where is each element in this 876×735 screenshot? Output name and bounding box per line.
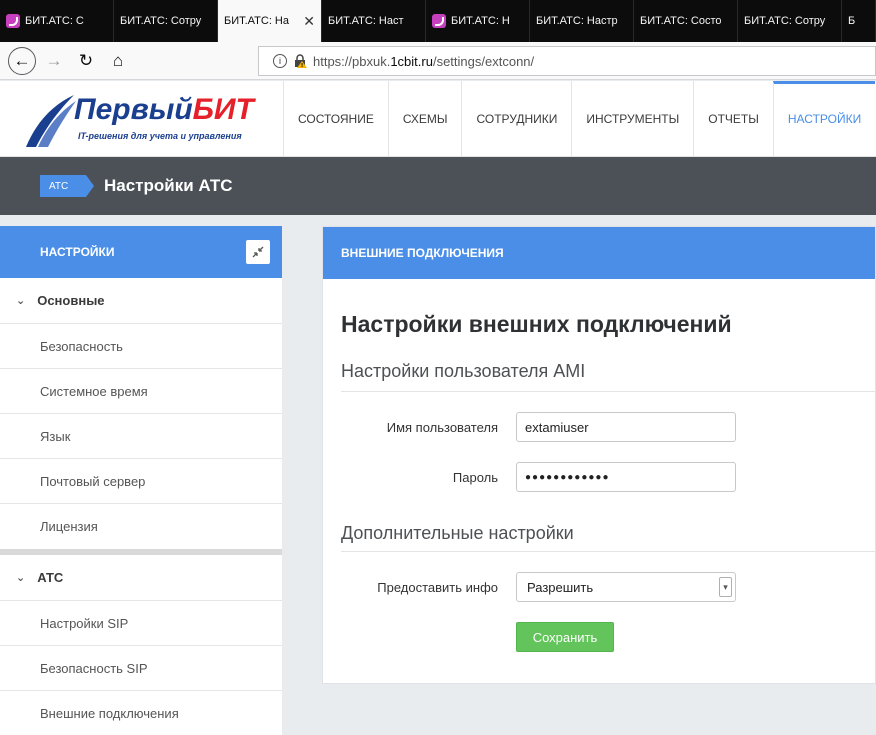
- logo-swoosh-icon: [26, 95, 76, 147]
- username-input[interactable]: [516, 412, 736, 442]
- browser-tab[interactable]: БИТ.АТС: С: [0, 0, 114, 42]
- forward-arrow-icon[interactable]: →: [40, 47, 68, 75]
- sidebar-header: НАСТРОЙКИ: [0, 226, 282, 278]
- sidebar-item-language[interactable]: Язык: [0, 414, 282, 459]
- sidebar-item-security[interactable]: Безопасность: [0, 324, 282, 369]
- url-host: 1cbit.ru: [390, 53, 433, 69]
- sidebar-item-sip-settings[interactable]: Настройки SIP: [0, 601, 282, 646]
- menu-item-tools[interactable]: ИНСТРУМЕНТЫ: [571, 81, 693, 157]
- close-tab-icon[interactable]: ✕: [303, 13, 315, 30]
- page-title-bar: АТС Настройки АТС: [0, 157, 876, 215]
- section-ami-heading: Настройки пользователя AMI: [341, 361, 586, 381]
- section-badge: АТС: [40, 175, 94, 197]
- phone-favicon-icon: [432, 14, 446, 28]
- reload-icon[interactable]: ↻: [72, 47, 100, 75]
- sidebar-item-sip-security[interactable]: Безопасность SIP: [0, 646, 282, 691]
- save-button[interactable]: Сохранить: [516, 622, 614, 652]
- logo-tagline: IT-решения для учета и управления: [78, 131, 242, 141]
- lock-warning-icon[interactable]: [293, 54, 307, 68]
- browser-tab[interactable]: БИТ.АТС: Сотру: [738, 0, 842, 42]
- menu-item-settings[interactable]: НАСТРОЙКИ: [772, 81, 876, 157]
- external-connections-panel: ВНЕШНИЕ ПОДКЛЮЧЕНИЯ Настройки внешних по…: [322, 226, 876, 684]
- menu-item-employees[interactable]: СОТРУДНИКИ: [461, 81, 571, 157]
- browser-tab-active[interactable]: БИТ.АТС: На ✕: [218, 0, 322, 42]
- browser-tab[interactable]: БИТ.АТС: Настр: [530, 0, 634, 42]
- username-label: Имя пользователя: [386, 420, 498, 435]
- provide-info-select[interactable]: Разрешить ▾: [516, 572, 736, 602]
- sidebar-group-pbx[interactable]: ⌄ АТС: [0, 555, 282, 601]
- page-title: Настройки АТС: [104, 176, 233, 195]
- sidebar-group-general[interactable]: ⌄ Основные: [0, 278, 282, 324]
- chevron-down-icon: ⌄: [16, 572, 26, 584]
- section-divider: [341, 391, 875, 392]
- phone-favicon-icon: [6, 14, 20, 28]
- logo-text: ПервыйБИТ: [74, 93, 254, 126]
- sidebar-item-mail-server[interactable]: Почтовый сервер: [0, 459, 282, 504]
- password-label: Пароль: [452, 470, 498, 485]
- main-menu: СОСТОЯНИЕ СХЕМЫ СОТРУДНИКИ ИНСТРУМЕНТЫ О…: [283, 81, 876, 157]
- chevron-down-icon: ⌄: [16, 295, 26, 307]
- password-input[interactable]: ●●●●●●●●●●●●: [516, 462, 736, 492]
- url-prefix: https://pbxuk.: [313, 53, 391, 69]
- page-heading: Настройки внешних подключений: [341, 311, 732, 337]
- menu-item-reports[interactable]: ОТЧЕТЫ: [693, 81, 773, 157]
- browser-tab[interactable]: БИТ.АТС: Состо: [634, 0, 738, 42]
- sidebar-item-system-time[interactable]: Системное время: [0, 369, 282, 414]
- menu-item-status[interactable]: СОСТОЯНИЕ: [283, 81, 388, 157]
- collapse-sidebar-button[interactable]: [246, 240, 270, 264]
- section-divider: [341, 551, 875, 552]
- collapse-arrows-icon: [252, 246, 264, 258]
- url-path: /settings/extconn/: [432, 53, 535, 69]
- sidebar-item-external-connections[interactable]: Внешние подключения: [0, 691, 282, 735]
- home-icon[interactable]: ⌂: [104, 47, 132, 75]
- company-logo[interactable]: ПервыйБИТ IT-решения для учета и управле…: [22, 93, 262, 147]
- settings-sidebar: НАСТРОЙКИ ⌄ Основные Безопасность Системн…: [0, 226, 282, 735]
- site-header: ПервыйБИТ IT-решения для учета и управле…: [0, 81, 876, 157]
- browser-nav-bar: ← → ↻ ⌂ i https://pbxuk. 1cbit.ru/setting…: [0, 42, 876, 80]
- browser-tab[interactable]: БИТ.АТС: Н: [426, 0, 530, 42]
- browser-tab-strip: БИТ.АТС: С БИТ.АТС: Сотру БИТ.АТС: На ✕ Б…: [0, 0, 876, 42]
- panel-header: ВНЕШНИЕ ПОДКЛЮЧЕНИЯ: [323, 227, 875, 279]
- chevron-down-icon[interactable]: ▾: [719, 577, 732, 597]
- url-bar[interactable]: i https://pbxuk. 1cbit.ru/settings/extcon…: [258, 46, 876, 76]
- info-icon[interactable]: i: [273, 54, 287, 68]
- back-arrow-icon[interactable]: ←: [8, 46, 36, 75]
- sidebar-title: НАСТРОЙКИ: [40, 245, 115, 259]
- provide-info-value: Разрешить: [527, 579, 594, 595]
- browser-tab[interactable]: БИТ.АТС: Наст: [322, 0, 426, 42]
- provide-info-label: Предоставить инфо: [377, 580, 498, 595]
- section-extra-heading: Дополнительные настройки: [341, 523, 574, 543]
- menu-item-schemes[interactable]: СХЕМЫ: [387, 81, 462, 157]
- browser-tab[interactable]: БИТ.АТС: Сотру: [114, 0, 218, 42]
- browser-tab[interactable]: Б: [842, 0, 876, 42]
- sidebar-item-license[interactable]: Лицензия: [0, 504, 282, 549]
